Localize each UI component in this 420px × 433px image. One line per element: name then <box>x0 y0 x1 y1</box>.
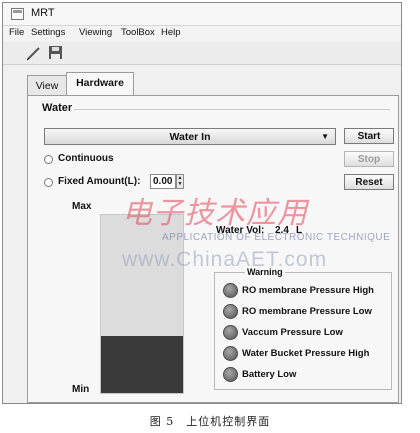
status-led-icon <box>223 346 238 361</box>
menu-file[interactable]: File <box>9 27 24 38</box>
watermark-text: APPLICATION OF ELECTRONIC TECHNIQUE <box>162 232 391 243</box>
menu-toolbox[interactable]: ToolBox <box>121 27 155 38</box>
watermark-logo: 电子技术应用 <box>122 196 308 231</box>
status-led-icon <box>223 304 238 319</box>
status-led-icon <box>223 325 238 340</box>
start-button[interactable]: Start <box>344 128 394 144</box>
tab-hardware[interactable]: Hardware <box>66 72 134 95</box>
warning-label: Battery Low <box>242 369 297 380</box>
status-led-icon <box>223 367 238 382</box>
save-icon[interactable] <box>47 45 65 61</box>
warning-item: Vaccum Pressure Low <box>223 324 393 342</box>
menu-bar: File Settings Viewing ToolBox Help <box>3 26 401 41</box>
menu-settings[interactable]: Settings <box>31 27 65 38</box>
chevron-down-icon: ▼ <box>321 132 329 141</box>
warning-item: Battery Low <box>223 366 393 384</box>
water-mode-value: Water In <box>169 131 211 143</box>
pen-icon[interactable] <box>25 45 43 61</box>
title-bar: MRT <box>3 3 401 26</box>
warning-group: Warning RO membrane Pressure High RO mem… <box>214 267 393 390</box>
continuous-radio[interactable] <box>44 155 53 164</box>
toolbar <box>3 42 401 65</box>
tank-max-label: Max <box>72 201 92 212</box>
spin-up-down-icon[interactable]: ▲ ▼ <box>176 174 184 189</box>
tank-min-label: Min <box>72 384 90 395</box>
status-led-icon <box>223 283 238 298</box>
app-icon <box>11 8 24 20</box>
water-tank-fill <box>101 336 183 393</box>
warning-label: Vaccum Pressure Low <box>242 327 343 338</box>
warning-label: RO membrane Pressure High <box>242 285 374 296</box>
water-group-title: Water <box>42 102 73 114</box>
water-mode-select[interactable]: Water In ▼ <box>44 128 336 145</box>
tab-bar: View Hardware <box>3 71 401 95</box>
watermark-url: www.ChinaAET.com <box>122 248 328 271</box>
reset-button[interactable]: Reset <box>344 174 394 190</box>
window-title: MRT <box>31 7 55 19</box>
warning-item: RO membrane Pressure High <box>223 282 393 300</box>
warning-item: RO membrane Pressure Low <box>223 303 393 321</box>
figure-caption: 图 5 上位机控制界面 <box>149 415 271 428</box>
warning-label: Water Bucket Pressure High <box>242 348 370 359</box>
warning-item: Water Bucket Pressure High <box>223 345 393 363</box>
tab-view[interactable]: View <box>27 75 67 95</box>
fixed-amount-input[interactable]: 0.00 <box>150 174 176 189</box>
menu-help[interactable]: Help <box>161 27 181 38</box>
stop-button[interactable]: Stop <box>344 151 394 167</box>
fixed-amount-radio[interactable] <box>44 178 53 187</box>
fixed-amount-label: Fixed Amount(L): <box>58 176 141 187</box>
warning-label: RO membrane Pressure Low <box>242 306 372 317</box>
continuous-label: Continuous <box>58 153 114 164</box>
group-divider <box>74 109 390 110</box>
menu-viewing[interactable]: Viewing <box>79 27 112 38</box>
